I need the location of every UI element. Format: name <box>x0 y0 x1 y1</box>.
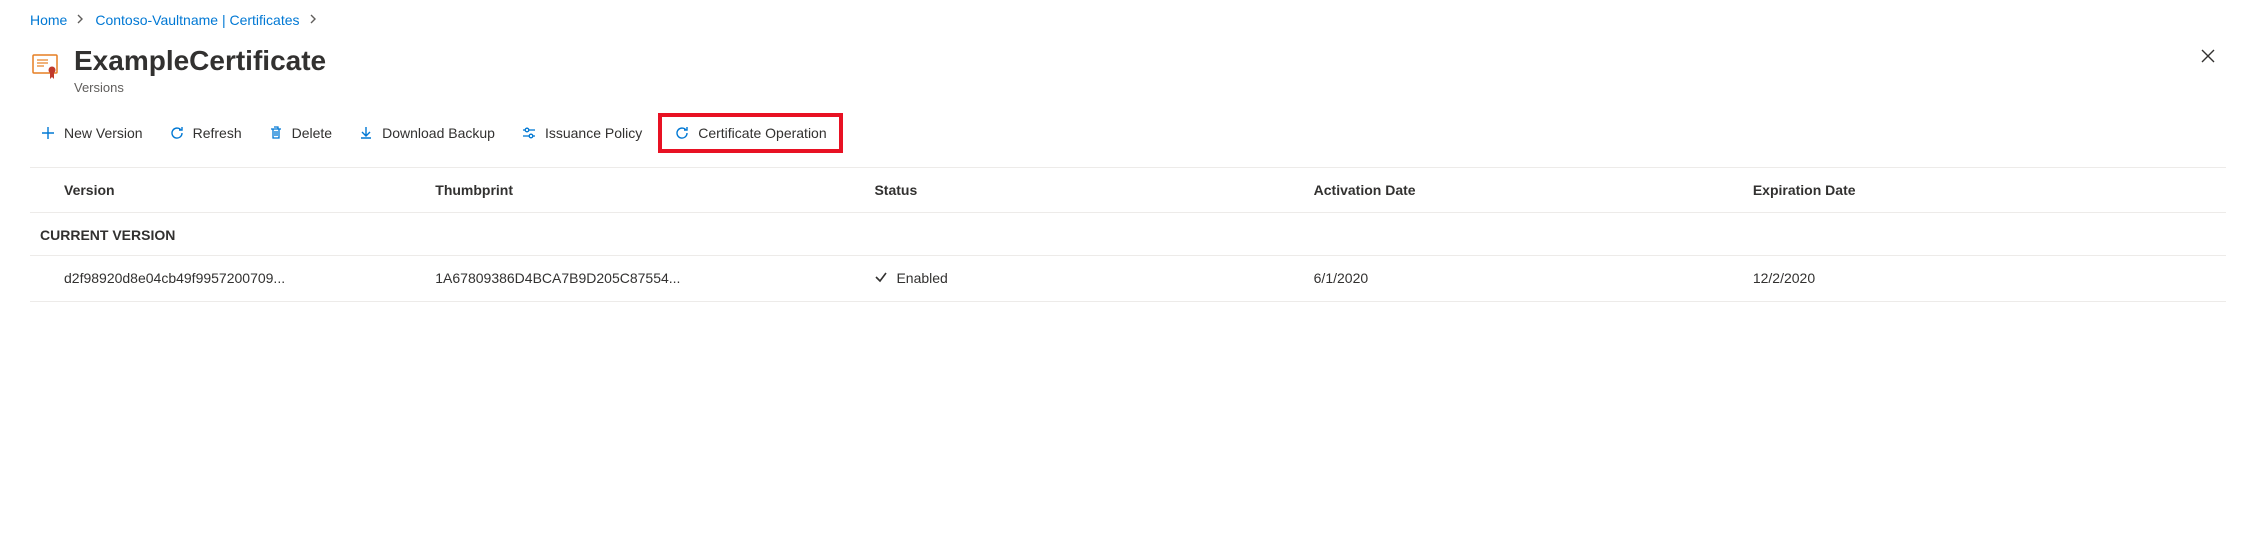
section-label-current: CURRENT VERSION <box>30 212 2226 255</box>
breadcrumb-vault[interactable]: Contoso-Vaultname | Certificates <box>95 12 299 28</box>
versions-table: Version Thumbprint Status Activation Dat… <box>30 168 2226 302</box>
col-header-thumbprint[interactable]: Thumbprint <box>425 168 864 213</box>
trash-icon <box>268 125 284 141</box>
breadcrumb: Home Contoso-Vaultname | Certificates <box>30 12 2226 28</box>
issuance-policy-label: Issuance Policy <box>545 125 642 141</box>
sliders-icon <box>521 125 537 141</box>
certificate-operation-label: Certificate Operation <box>698 125 826 141</box>
delete-button[interactable]: Delete <box>258 119 342 147</box>
page-subtitle: Versions <box>74 80 326 95</box>
col-header-activation[interactable]: Activation Date <box>1304 168 1743 213</box>
plus-icon <box>40 125 56 141</box>
col-header-expiration[interactable]: Expiration Date <box>1743 168 2226 213</box>
cell-expiration: 12/2/2020 <box>1743 255 2226 301</box>
delete-label: Delete <box>292 125 332 141</box>
breadcrumb-home[interactable]: Home <box>30 12 67 28</box>
new-version-button[interactable]: New Version <box>30 119 153 147</box>
certificate-icon <box>30 50 60 83</box>
cell-version: d2f98920d8e04cb49f9957200709... <box>30 255 425 301</box>
download-icon <box>358 125 374 141</box>
close-button[interactable] <box>2196 44 2220 73</box>
certificate-operation-button[interactable]: Certificate Operation <box>664 119 836 147</box>
refresh-label: Refresh <box>193 125 242 141</box>
col-header-version[interactable]: Version <box>30 168 425 213</box>
download-backup-button[interactable]: Download Backup <box>348 119 505 147</box>
col-header-status[interactable]: Status <box>864 168 1303 213</box>
chevron-right-icon <box>310 13 318 27</box>
toolbar: New Version Refresh Delete Download Back… <box>30 113 2226 168</box>
refresh-button[interactable]: Refresh <box>159 119 252 147</box>
issuance-policy-button[interactable]: Issuance Policy <box>511 119 652 147</box>
cell-activation: 6/1/2020 <box>1304 255 1743 301</box>
close-icon <box>2200 51 2216 68</box>
table-row[interactable]: d2f98920d8e04cb49f9957200709... 1A678093… <box>30 255 2226 301</box>
new-version-label: New Version <box>64 125 143 141</box>
cell-thumbprint: 1A67809386D4BCA7B9D205C87554... <box>425 255 864 301</box>
highlight-box: Certificate Operation <box>658 113 842 153</box>
check-icon <box>874 270 888 287</box>
page-header: ExampleCertificate Versions <box>30 44 2226 95</box>
status-text: Enabled <box>896 270 947 286</box>
cell-status: Enabled <box>864 255 1303 301</box>
download-backup-label: Download Backup <box>382 125 495 141</box>
chevron-right-icon <box>77 13 85 27</box>
page-title: ExampleCertificate <box>74 44 326 78</box>
refresh-icon <box>169 125 185 141</box>
refresh-icon <box>674 125 690 141</box>
